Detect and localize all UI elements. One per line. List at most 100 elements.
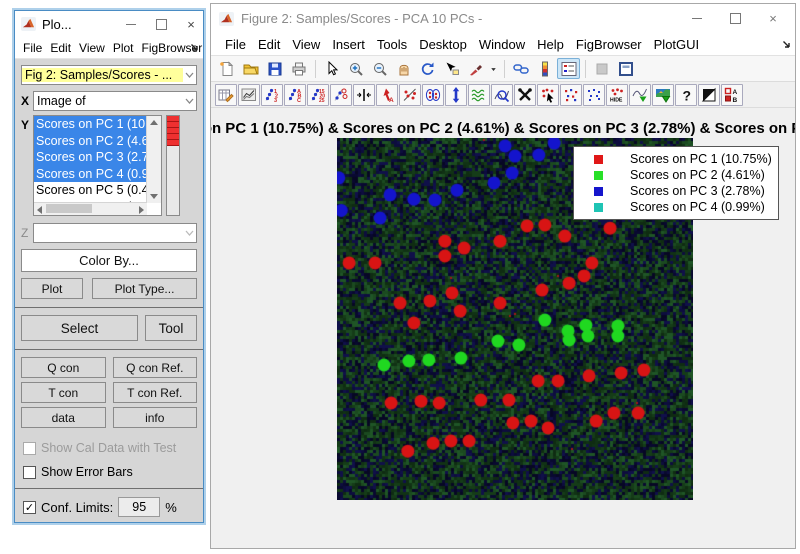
color-by-button[interactable]: Color By...: [21, 249, 197, 272]
menu-overflow-icon[interactable]: [782, 37, 791, 52]
menu-window[interactable]: Window: [473, 35, 531, 54]
tool-button[interactable]: Tool: [145, 315, 197, 341]
label-values-icon[interactable]: 152025: [307, 84, 329, 106]
select-button[interactable]: Select: [21, 315, 138, 341]
figure-selector-dropdown[interactable]: Fig 2: Samples/Scores - ...: [21, 65, 197, 85]
plot-type-button[interactable]: Plot Type...: [92, 278, 197, 299]
plotgui-titlebar[interactable]: Plo... ×: [15, 11, 203, 37]
conf-limits-field[interactable]: 95: [118, 497, 160, 517]
brush-dropdown-icon[interactable]: [488, 58, 499, 79]
close-button[interactable]: ×: [767, 13, 779, 25]
link-plot-icon[interactable]: [509, 58, 532, 79]
minimize-button[interactable]: [691, 13, 703, 25]
y-list-item[interactable]: Scores on PC 1 (10.75%): [34, 116, 147, 133]
menu-view[interactable]: View: [286, 35, 326, 54]
brush-icon[interactable]: [464, 58, 487, 79]
y-axis-listbox[interactable]: Scores on PC 1 (10.75%)Scores on PC 2 (4…: [33, 115, 162, 216]
dock-figure-icon[interactable]: [614, 58, 637, 79]
menu-view[interactable]: View: [75, 39, 109, 57]
class-ellipses-icon[interactable]: [422, 84, 444, 106]
vertical-scrollbar[interactable]: [146, 116, 161, 203]
help-icon[interactable]: ?: [675, 84, 697, 106]
print-icon[interactable]: [287, 58, 310, 79]
info-button[interactable]: info: [113, 407, 198, 428]
horizontal-scrollbar[interactable]: [34, 202, 147, 215]
plot-legend[interactable]: Scores on PC 1 (10.75%)Scores on PC 2 (4…: [573, 146, 779, 220]
hide-plot-tools-icon: [590, 58, 613, 79]
scrollbar-thumb[interactable]: [46, 204, 92, 213]
menu-desktop[interactable]: Desktop: [413, 35, 473, 54]
insert-legend-icon[interactable]: [557, 58, 580, 79]
reduce-image-icon[interactable]: [652, 84, 674, 106]
data-button[interactable]: data: [21, 407, 106, 428]
label-numbers-icon[interactable]: 123: [261, 84, 283, 106]
label-letters-icon[interactable]: ABC: [284, 84, 306, 106]
close-button[interactable]: ×: [185, 18, 197, 30]
scroll-right-icon[interactable]: [139, 206, 144, 214]
menu-plotgui[interactable]: PlotGUI: [648, 35, 706, 54]
x-axis-dropdown[interactable]: Image of: [33, 91, 197, 111]
q-con-ref-button[interactable]: Q con Ref.: [113, 357, 198, 378]
plot-button[interactable]: Plot: [21, 278, 83, 299]
menu-edit[interactable]: Edit: [252, 35, 286, 54]
figure-titlebar[interactable]: Figure 2: Samples/Scores - PCA 10 PCs - …: [211, 4, 795, 33]
y-list-item[interactable]: Scores on PC 2 (4.61%): [34, 133, 147, 150]
menu-file[interactable]: File: [19, 39, 46, 57]
hide-excluded-icon[interactable]: HIDE: [606, 84, 628, 106]
pan-icon[interactable]: [392, 58, 415, 79]
pointer-icon[interactable]: [320, 58, 343, 79]
t-con-ref-button[interactable]: T con Ref.: [113, 382, 198, 403]
minimize-button[interactable]: [125, 18, 137, 30]
menu-insert[interactable]: Insert: [326, 35, 371, 54]
t-con-button[interactable]: T con: [21, 382, 106, 403]
q-con-button[interactable]: Q con: [21, 357, 106, 378]
selection-indicator-strip[interactable]: [166, 115, 180, 216]
show-error-bars-checkbox-row[interactable]: Show Error Bars: [23, 462, 197, 482]
open-file-icon[interactable]: [239, 58, 262, 79]
zoom-in-icon[interactable]: [344, 58, 367, 79]
edit-plot-icon[interactable]: [238, 84, 260, 106]
y-list-item[interactable]: Scores on PC 3 (2.78%): [34, 149, 147, 166]
scroll-up-icon[interactable]: [150, 120, 158, 125]
plotgui-menubar: FileEditViewPlotFigBrowser: [15, 37, 203, 59]
maximize-button[interactable]: [155, 18, 167, 30]
smooth-waves-icon[interactable]: [468, 84, 490, 106]
menu-tools[interactable]: Tools: [371, 35, 413, 54]
rotate-3d-icon[interactable]: [416, 58, 439, 79]
scroll-left-icon[interactable]: [37, 206, 42, 214]
y-list-item[interactable]: Scores on PC 4 (0.99%): [34, 166, 147, 183]
view-table-icon[interactable]: [215, 84, 237, 106]
scroll-down-icon[interactable]: [150, 194, 158, 199]
scale-y-icon[interactable]: [445, 84, 467, 106]
class-assign-icon[interactable]: AB: [721, 84, 743, 106]
z-axis-row: Z: [21, 223, 197, 243]
menu-edit[interactable]: Edit: [46, 39, 75, 57]
menu-help[interactable]: Help: [531, 35, 570, 54]
contrast-icon[interactable]: [698, 84, 720, 106]
menu-plot[interactable]: Plot: [109, 39, 138, 57]
zoom-out-icon[interactable]: [368, 58, 391, 79]
menu-file[interactable]: File: [219, 35, 252, 54]
peak-zoom-icon[interactable]: [491, 84, 513, 106]
scatter-classes-icon[interactable]: [560, 84, 582, 106]
matlab-app-icon: [219, 12, 234, 26]
data-cursor-icon[interactable]: [440, 58, 463, 79]
toolbar-separator: [585, 60, 586, 78]
select-points-icon[interactable]: [537, 84, 559, 106]
insert-colorbar-icon[interactable]: [533, 58, 556, 79]
axis-snap-icon[interactable]: [353, 84, 375, 106]
maximize-button[interactable]: [729, 13, 741, 25]
label-symbols-icon[interactable]: [330, 84, 352, 106]
save-icon[interactable]: [263, 58, 286, 79]
class-split-icon[interactable]: [399, 84, 421, 106]
checkbox-checked-icon[interactable]: ✓: [23, 501, 36, 514]
y-list-item[interactable]: Scores on PC 5 (0.48%): [34, 182, 147, 199]
menu-figbrowser[interactable]: FigBrowser: [570, 35, 648, 54]
annotate-pin-icon[interactable]: A: [376, 84, 398, 106]
menu-overflow-icon[interactable]: [190, 41, 199, 55]
new-file-icon[interactable]: [215, 58, 238, 79]
tools-icon[interactable]: [514, 84, 536, 106]
reduce-line-icon[interactable]: [629, 84, 651, 106]
scatter-points-icon[interactable]: [583, 84, 605, 106]
checkbox-icon[interactable]: [23, 466, 36, 479]
